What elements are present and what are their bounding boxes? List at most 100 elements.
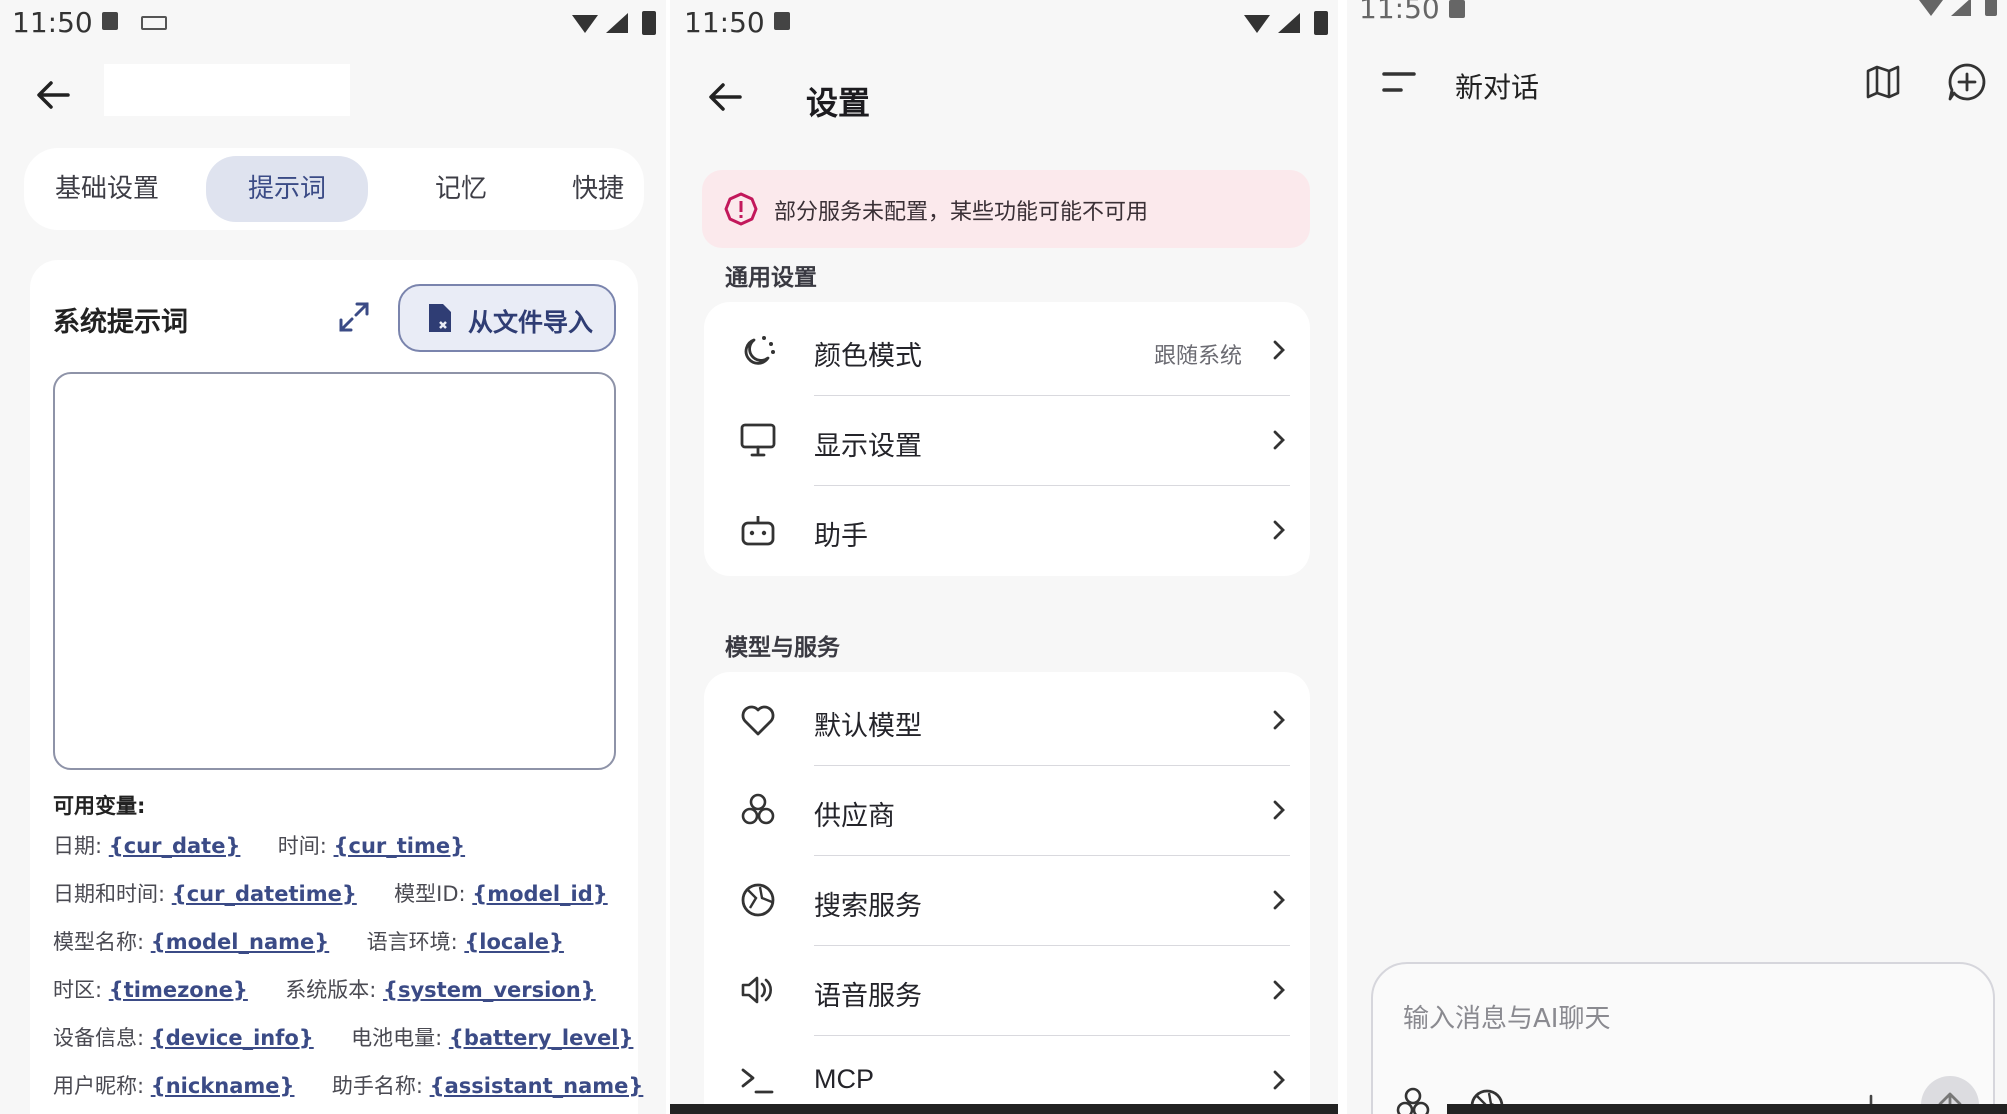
settings-item-color-mode[interactable]: 颜色模式 跟随系统 [704,306,1310,396]
chevron-right-icon [1273,1070,1285,1090]
chevron-right-icon [1273,980,1285,1000]
signal-battery-icons [1919,0,1997,16]
variable-label: 时间: [277,834,334,858]
variable-token[interactable]: {model_name} [151,930,329,954]
variable-label: 模型名称: [53,930,151,954]
variable-token[interactable]: {model_id} [472,882,607,906]
variable-token[interactable]: {system_version} [383,978,596,1002]
terminal-icon [741,1068,774,1094]
page-title: 设置 [806,84,871,122]
chat-screen: 11:50 新对话 输入消息与AI聊天 [1347,0,2007,1114]
provider-icon [741,793,775,825]
expand-icon[interactable] [337,300,371,334]
section-title: 系统提示词 [53,307,188,338]
notification-a-icon [102,12,118,30]
tab-shortcuts[interactable]: 快捷 [572,148,644,230]
status-bar: 11:50 [0,0,666,46]
settings-item-mcp[interactable]: MCP [704,1036,1310,1114]
signal-battery-icons [1244,11,1328,35]
settings-item-label: 搜索服务 [814,891,922,922]
robot-icon [741,516,775,546]
chat-title: 新对话 [1455,71,1540,104]
keyboard-icon [141,16,167,30]
variable-row: 日期和时间: {cur_datetime} 模型ID: {model_id} [53,878,608,908]
menu-icon[interactable] [1381,70,1417,96]
alert-icon [724,192,758,226]
settings-item-label: 供应商 [814,801,895,832]
status-time: 11:50 [1359,0,1440,25]
status-bar: 11:50 [1347,0,2007,46]
variable-label: 语言环境: [366,930,465,954]
settings-item-provider[interactable]: 供应商 [704,766,1310,856]
message-input[interactable]: 输入消息与AI聊天 [1403,998,1610,1035]
variable-label: 用户昵称: [53,1074,151,1098]
model-select-icon[interactable] [1395,1086,1431,1114]
warning-text: 部分服务未配置，某些功能可能不可用 [774,200,1149,225]
variable-row: 时区: {timezone} 系统版本: {system_version} [53,974,596,1004]
signal-battery-icons [572,11,656,35]
title-field[interactable] [104,64,350,116]
settings-item-search-service[interactable]: 搜索服务 [704,856,1310,946]
variable-token[interactable]: {locale} [464,930,564,954]
back-arrow-icon[interactable] [36,80,70,110]
variable-label: 设备信息: [53,1026,151,1050]
models-services-group: 默认模型 供应商 搜索服务 语音服务 MCP [704,672,1310,1114]
general-settings-group: 颜色模式 跟随系统 显示设置 助手 [704,302,1310,576]
variable-label: 模型ID: [394,882,473,906]
variable-row: 日期: {cur_date} 时间: {cur_time} [53,830,465,860]
chevron-right-icon [1273,520,1285,540]
notification-a-icon [1449,0,1465,18]
bottom-edge [670,1104,1338,1114]
import-from-file-button[interactable]: 从文件导入 [398,284,616,352]
variable-token[interactable]: {assistant_name} [430,1074,644,1098]
system-prompt-textarea[interactable] [53,372,616,770]
variable-row: 设备信息: {device_info} 电池电量: {battery_level… [53,1022,633,1052]
variable-token[interactable]: {nickname} [151,1074,295,1098]
tab-basic-settings[interactable]: 基础设置 [32,148,182,230]
monitor-icon [740,423,776,457]
notification-a-icon [774,12,790,30]
speaker-icon [741,976,772,1004]
variable-label: 日期和时间: [53,882,172,906]
variable-token[interactable]: {timezone} [109,978,248,1002]
variable-row: 模型名称: {model_name} 语言环境: {locale} [53,926,564,956]
settings-item-label: MCP [814,1064,874,1094]
variable-token[interactable]: {device_info} [151,1026,314,1050]
tab-memory[interactable]: 记忆 [396,148,526,230]
back-arrow-icon[interactable] [708,82,742,112]
variable-token[interactable]: {cur_datetime} [172,882,357,906]
bottom-edge [1447,1104,2007,1114]
variable-label: 系统版本: [285,978,384,1002]
file-import-icon [429,304,451,332]
message-input-box[interactable]: 输入消息与AI聊天 [1371,962,1995,1114]
chevron-right-icon [1273,800,1285,820]
variable-label: 日期: [53,834,109,858]
status-time: 11:50 [684,6,765,39]
settings-item-value: 跟随系统 [1153,344,1242,369]
new-chat-icon[interactable] [1947,62,1987,102]
chevron-right-icon [1273,710,1285,730]
status-bar: 11:50 [670,0,1338,46]
settings-item-assistant[interactable]: 助手 [704,486,1310,576]
tab-bar: 基础设置 提示词 记忆 快捷 [24,148,644,230]
config-warning-banner[interactable]: 部分服务未配置，某些功能可能不可用 [702,170,1310,248]
variable-label: 时区: [53,978,109,1002]
variable-token[interactable]: {battery_level} [449,1026,634,1050]
variable-row: 用户昵称: {nickname} 助手名称: {assistant_name} [53,1070,643,1100]
settings-item-default-model[interactable]: 默认模型 [704,676,1310,766]
variable-token[interactable]: {cur_date} [109,834,241,858]
tab-prompt[interactable]: 提示词 [206,156,368,222]
settings-item-label: 颜色模式 [814,341,922,372]
import-button-label: 从文件导入 [468,308,594,337]
settings-item-label: 助手 [814,521,868,552]
settings-item-label: 显示设置 [814,431,922,462]
variables-title: 可用变量: [53,794,146,818]
search-service-icon [741,883,775,917]
settings-item-display[interactable]: 显示设置 [704,396,1310,486]
settings-item-label: 默认模型 [814,711,922,742]
map-icon[interactable] [1865,64,1901,100]
heart-icon [741,705,775,736]
variable-token[interactable]: {cur_time} [334,834,466,858]
settings-item-voice-service[interactable]: 语音服务 [704,946,1310,1036]
variable-label: 电池电量: [351,1026,449,1050]
